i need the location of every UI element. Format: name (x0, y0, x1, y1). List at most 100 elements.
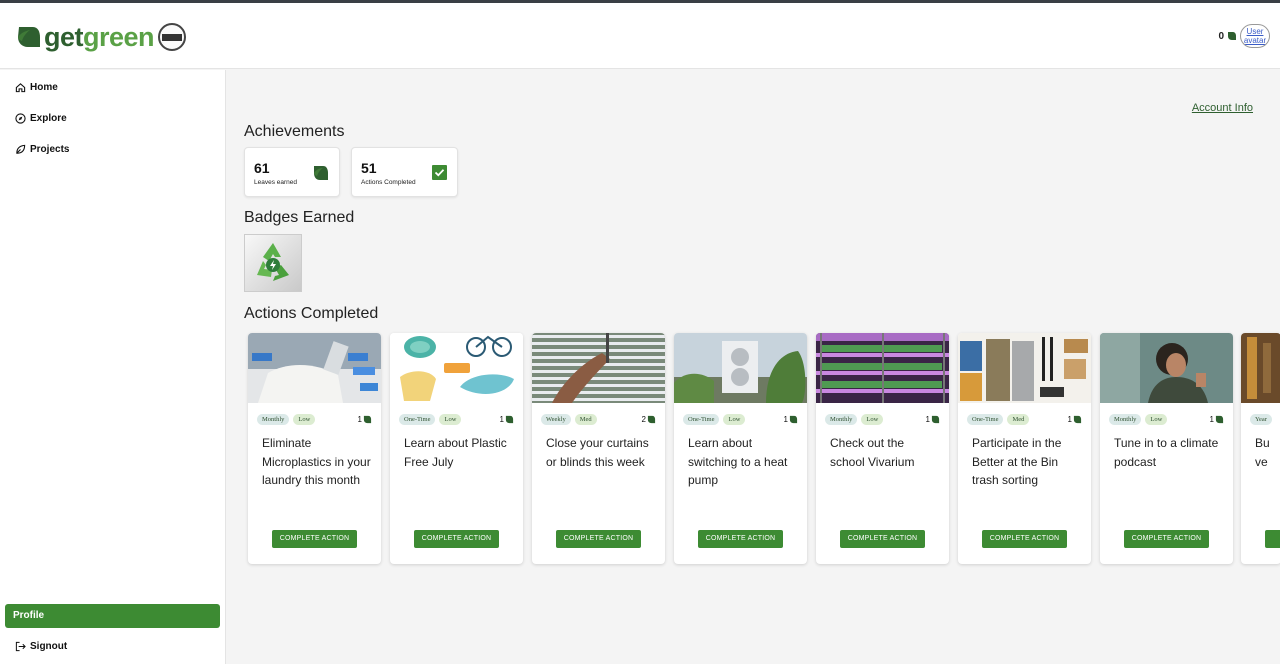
actions-completed-card: 51 Actions Completed (351, 147, 458, 197)
nav-home-label: Home (30, 82, 58, 93)
action-image-curtains (532, 333, 665, 403)
difficulty-tag: Low (1145, 414, 1168, 425)
difficulty-tag: Med (574, 414, 597, 425)
actions-completed-title: Actions Completed (244, 305, 379, 322)
action-title: Check out the school Vivarium (830, 436, 915, 469)
complete-action-button[interactable]: COMPLETE ACTION (840, 530, 925, 548)
user-avatar[interactable]: User avatar (1240, 24, 1270, 48)
leaf-icon (314, 166, 328, 180)
card-tags: One-Time Low (683, 414, 749, 425)
action-cards-row: Monthly Low 1 Eliminate Microplastics in… (248, 333, 1280, 565)
card-tags: One-Time Med (967, 414, 1033, 425)
frequency-tag: Monthly (825, 414, 858, 425)
signout-icon (15, 641, 26, 652)
complete-action-button[interactable]: COMPLETE ACTION (698, 530, 783, 548)
card-tags: Monthly Low (257, 414, 319, 425)
leaf-icon (647, 415, 656, 424)
leaf-reward-value: 1 (1067, 415, 1072, 424)
leaf-icon (931, 415, 940, 424)
account-info-link[interactable]: Account Info (1192, 102, 1253, 114)
leaf-icon (1215, 415, 1224, 424)
header-right: 0 User avatar (1218, 24, 1270, 48)
action-title: Close your curtains or blinds this week (546, 436, 649, 469)
leaf-reward: 1 (500, 415, 514, 424)
action-card[interactable]: Monthly Low 1 Tune in to a climate podca… (1100, 333, 1233, 564)
card-tags: One-Time Low (399, 414, 465, 425)
complete-action-button[interactable]: COMPLETE ACTION (982, 530, 1067, 548)
leaf-reward: 1 (926, 415, 940, 424)
card-tags: Year (1250, 414, 1276, 425)
nav-explore[interactable]: Explore (15, 113, 67, 124)
leaves-earned-card: 61 Leaves earned (244, 147, 340, 197)
leaf-reward: 1 (784, 415, 798, 424)
complete-action-button[interactable] (1265, 530, 1280, 548)
action-card[interactable]: Monthly Low 1 Eliminate Microplastics in… (248, 333, 381, 564)
recycle-icon (257, 243, 289, 281)
action-image-plastic-free (390, 333, 523, 403)
action-image-partial (1241, 333, 1280, 403)
recycle-badge[interactable] (244, 234, 302, 292)
frequency-tag: Monthly (257, 414, 290, 425)
home-icon (15, 83, 26, 93)
frequency-tag: Monthly (1109, 414, 1142, 425)
frequency-tag: One-Time (967, 414, 1004, 425)
nav-signout[interactable]: Signout (15, 641, 67, 652)
checkbox-icon (432, 165, 447, 180)
leaves-earned-value: 61 (254, 160, 270, 176)
action-image-trash-sorting (958, 333, 1091, 403)
nav-explore-label: Explore (30, 113, 67, 124)
badges-title: Badges Earned (244, 209, 355, 226)
actions-completed-value: 51 (361, 160, 377, 176)
main-content: Account Info Achievements 61 Leaves earn… (227, 70, 1280, 664)
nav-profile[interactable]: Profile (5, 604, 220, 628)
action-title: Tune in to a climate podcast (1114, 436, 1219, 469)
action-image-podcast (1100, 333, 1233, 403)
card-tags: Monthly Low (825, 414, 887, 425)
action-image-heat-pump (674, 333, 807, 403)
header: getgreen 0 User avatar (0, 3, 1280, 69)
difficulty-tag: Low (723, 414, 746, 425)
action-card[interactable]: One-Time Med 1 Participate in the Better… (958, 333, 1091, 564)
leaf-reward-value: 2 (641, 415, 646, 424)
frequency-tag: Year (1250, 414, 1272, 425)
nav-signout-label: Signout (30, 641, 68, 652)
action-card[interactable]: Weekly Med 2 Close your curtains or blin… (532, 333, 665, 564)
frequency-tag: Weekly (541, 414, 571, 425)
action-card[interactable]: One-Time Low 1 Learn about Plastic Free … (390, 333, 523, 564)
leaf-icon (789, 415, 798, 424)
complete-action-button[interactable]: COMPLETE ACTION (272, 530, 357, 548)
logo-get: get (44, 22, 84, 52)
leaf-reward-value: 1 (499, 415, 504, 424)
leaf-reward: 2 (642, 415, 656, 424)
complete-action-button[interactable]: COMPLETE ACTION (556, 530, 641, 548)
action-card[interactable]: One-Time Low 1 Learn about switching to … (674, 333, 807, 564)
leaf-reward: 1 (1210, 415, 1224, 424)
action-title: Participate in the Better at the Bin tra… (972, 436, 1062, 487)
action-title: Learn about switching to a heat pump (688, 436, 788, 487)
difficulty-tag: Med (1007, 414, 1030, 425)
logo-text: getgreen (44, 22, 155, 52)
leaf-reward-value: 1 (783, 415, 788, 424)
frequency-tag: One-Time (399, 414, 436, 425)
leaf-reward: 1 (1068, 415, 1082, 424)
frequency-tag: One-Time (683, 414, 720, 425)
action-image-vivarium (816, 333, 949, 403)
complete-action-button[interactable]: COMPLETE ACTION (1124, 530, 1209, 548)
action-card[interactable]: Year Bu ve (1241, 333, 1280, 564)
leaf-icon (1228, 32, 1236, 40)
leaf-count: 0 (1218, 30, 1224, 42)
difficulty-tag: Low (293, 414, 316, 425)
nav-home[interactable]: Home (15, 82, 58, 93)
action-title: Eliminate Microplastics in your laundry … (262, 436, 371, 487)
leaf-icon (505, 415, 514, 424)
logo-green: green (83, 22, 155, 52)
leaf-icon (1073, 415, 1082, 424)
complete-action-button[interactable]: COMPLETE ACTION (414, 530, 499, 548)
leaf-logo-icon (18, 27, 40, 47)
compass-icon (15, 113, 26, 124)
logo[interactable]: getgreen (16, 22, 187, 52)
action-card[interactable]: Monthly Low 1 Check out the school Vivar… (816, 333, 949, 564)
nav-projects[interactable]: Projects (15, 144, 69, 155)
sidebar: Home Explore Projects Profile Signout (0, 70, 226, 664)
difficulty-tag: Low (861, 414, 884, 425)
